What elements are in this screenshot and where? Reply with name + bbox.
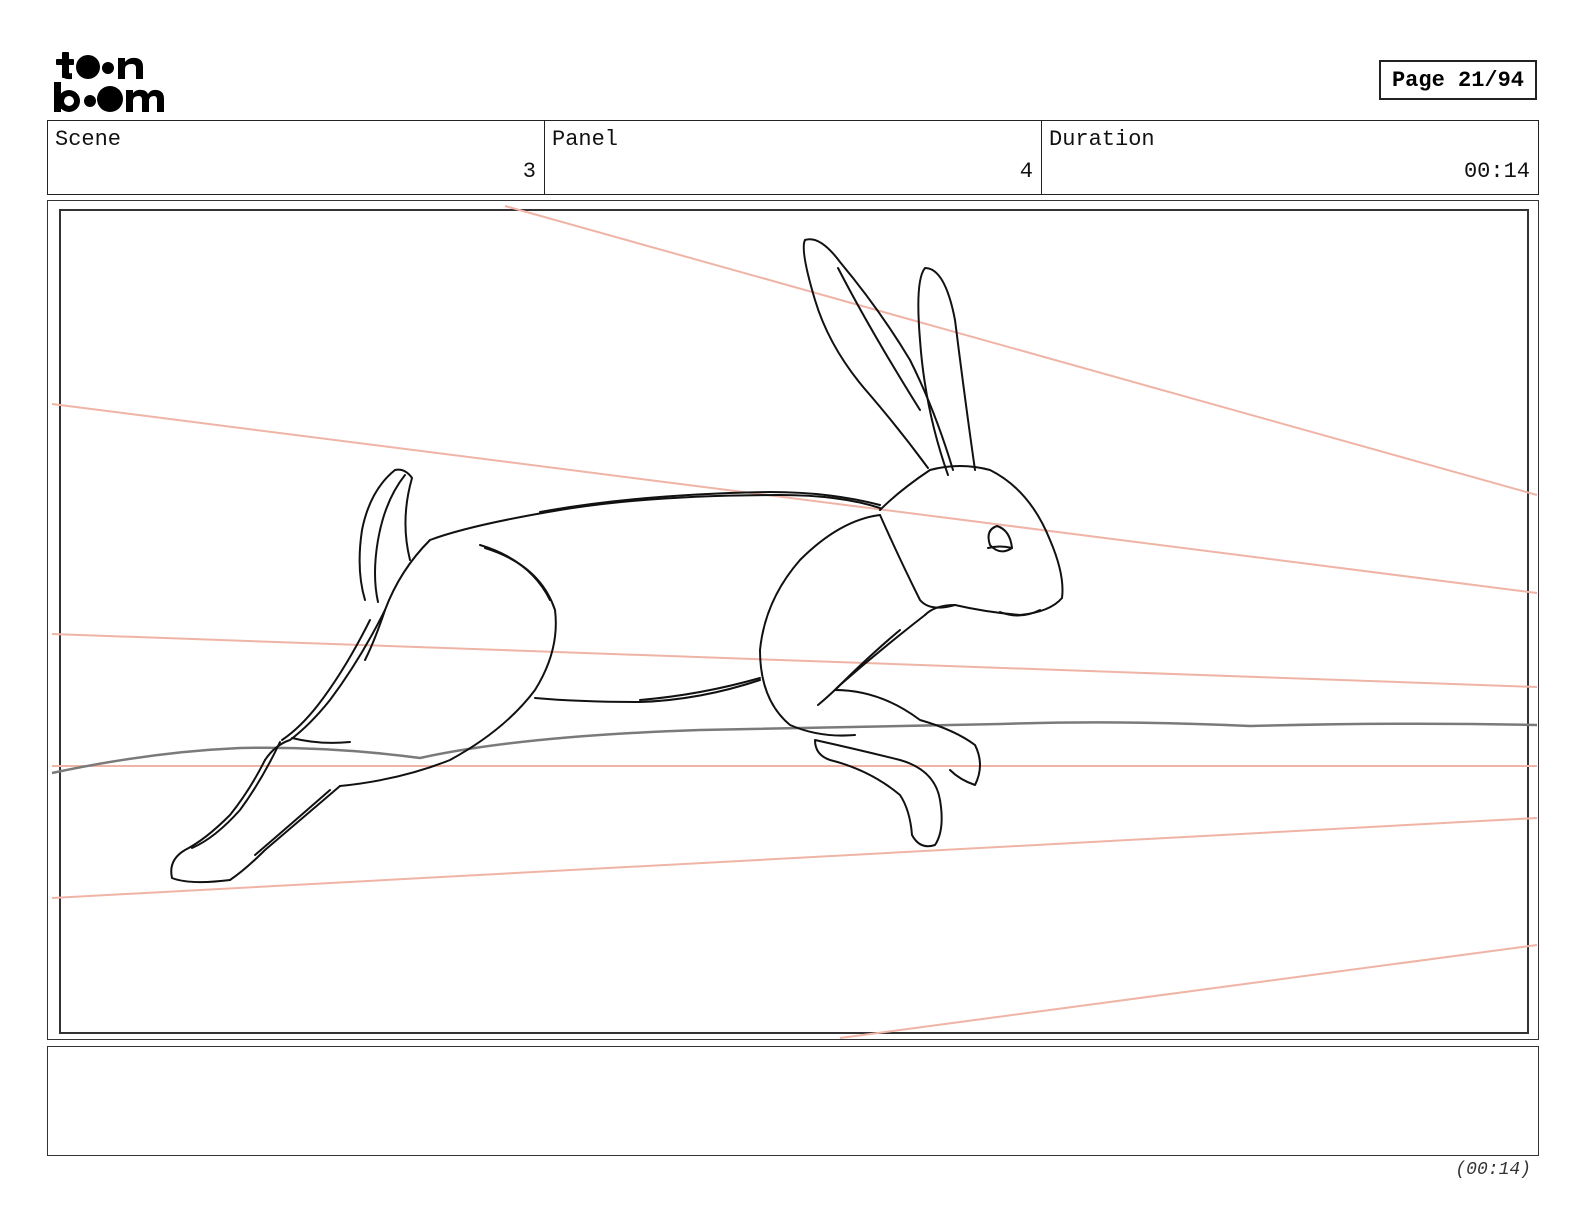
page-number: Page 21/94 [1379,60,1537,100]
panel-frame-inner [59,209,1529,1034]
duration-value: 00:14 [1463,159,1530,184]
scene-cell: Scene 3 [48,121,545,194]
toon-boom-logo [50,48,170,114]
header-table: Scene 3 Panel 4 Duration 00:14 [47,120,1539,195]
scene-value: 3 [522,159,536,184]
footer-duration: (00:14) [1455,1160,1531,1180]
scene-label: Scene [55,127,122,152]
logo-graphic [54,52,164,112]
panel-value: 4 [1019,159,1033,184]
panel-cell: Panel 4 [545,121,1042,194]
duration-cell: Duration 00:14 [1042,121,1538,194]
duration-label: Duration [1049,127,1155,152]
notes-box [47,1046,1539,1156]
panel-label: Panel [552,127,619,152]
